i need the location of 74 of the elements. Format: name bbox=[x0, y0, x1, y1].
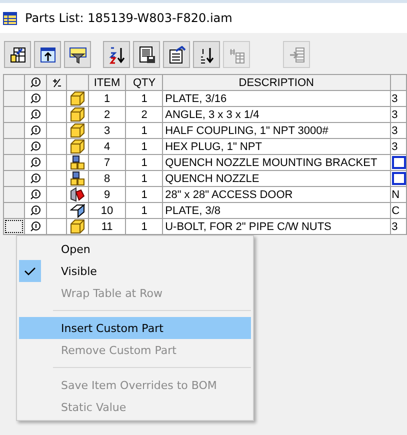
renumber-button[interactable] bbox=[193, 41, 220, 68]
plus-minus-icon bbox=[52, 78, 62, 88]
magnifier-icon bbox=[30, 189, 42, 200]
table-cell: 10 bbox=[88, 202, 126, 218]
sheet-metal-icon bbox=[70, 204, 85, 218]
weldment-icon bbox=[70, 188, 85, 202]
export-icon bbox=[38, 46, 56, 64]
table-cell: 1 bbox=[126, 154, 163, 170]
cube-icon bbox=[70, 124, 85, 138]
cube-icon bbox=[70, 140, 85, 154]
table-cell: 1 bbox=[126, 202, 163, 218]
properties-icon bbox=[168, 46, 186, 64]
magnifier-icon bbox=[30, 205, 42, 216]
window-title: Parts List: 185139-W803-F820.iam bbox=[25, 11, 232, 25]
table-cell: 1 bbox=[126, 186, 163, 202]
table-cell: 4 bbox=[88, 138, 126, 154]
table-cell: N bbox=[392, 188, 400, 200]
magnifier-icon bbox=[30, 173, 42, 184]
properties-button[interactable] bbox=[163, 41, 190, 68]
menu-item[interactable]: Visible bbox=[19, 260, 251, 282]
table-cell: 3 bbox=[392, 92, 398, 104]
table-cell: PLATE, 3/8 bbox=[162, 202, 390, 218]
column-header[interactable]: ITEM bbox=[88, 74, 126, 90]
cube-icon bbox=[70, 108, 85, 122]
table-cell: HEX PLUG, 1" NPT bbox=[162, 138, 390, 154]
table-cell: QUENCH NOZZLE MOUNTING BRACKET bbox=[162, 154, 390, 170]
menu-item[interactable]: Open bbox=[19, 238, 251, 260]
table-cell: 3 bbox=[392, 124, 398, 136]
table-cell: 8 bbox=[88, 170, 126, 186]
view-button[interactable] bbox=[4, 41, 31, 68]
table-cell: 7 bbox=[88, 154, 126, 170]
table-cell: 3 bbox=[392, 108, 398, 120]
table-cell: HALF COUPLING, 1" NPT 3000# bbox=[162, 122, 390, 138]
save-button[interactable] bbox=[133, 41, 160, 68]
menu-item[interactable]: Insert Custom Part bbox=[19, 317, 251, 339]
magnifier-icon bbox=[30, 157, 42, 168]
table-cell: 3 bbox=[392, 220, 398, 232]
table-cell: PLATE, 3/16 bbox=[162, 90, 390, 106]
magnifier-icon bbox=[30, 221, 42, 232]
table-cell: 1 bbox=[126, 90, 163, 106]
save-icon bbox=[138, 46, 156, 64]
filter-button[interactable] bbox=[64, 41, 91, 68]
table-cell: 1 bbox=[126, 138, 163, 154]
table-icon bbox=[3, 12, 17, 24]
cube-icon bbox=[70, 220, 85, 234]
magnifier-icon bbox=[30, 125, 42, 136]
table-cell: 28" x 28" ACCESS DOOR bbox=[162, 186, 390, 202]
table-cell: 1 bbox=[88, 90, 126, 106]
filter-icon bbox=[68, 46, 86, 64]
sort-button[interactable] bbox=[103, 41, 130, 68]
magnifier-icon bbox=[30, 93, 42, 104]
column-header[interactable]: QTY bbox=[126, 74, 163, 90]
table-cell: QUENCH NOZZLE bbox=[162, 170, 390, 186]
table-cell: 3 bbox=[392, 140, 398, 152]
view-icon bbox=[8, 46, 26, 64]
column-header[interactable]: DESCRIPTION bbox=[162, 74, 390, 90]
table-cell: 3 bbox=[88, 122, 126, 138]
table-cell: 1 bbox=[126, 170, 163, 186]
table-cell: ANGLE, 3 x 3 x 1/4 bbox=[162, 106, 390, 122]
table-cell: C bbox=[392, 204, 400, 216]
table-cell: 2 bbox=[126, 106, 163, 122]
magnifier-icon bbox=[30, 141, 42, 152]
export-button[interactable] bbox=[34, 41, 61, 68]
table-cell: 1 bbox=[126, 122, 163, 138]
table-cell: 9 bbox=[88, 186, 126, 202]
cubes-icon bbox=[70, 156, 85, 170]
focused-row-header[interactable] bbox=[4, 220, 24, 234]
table-cell: 2 bbox=[88, 106, 126, 122]
cubes-icon bbox=[70, 172, 85, 186]
magnifier-icon bbox=[30, 77, 42, 88]
magnifier-icon bbox=[30, 109, 42, 120]
sort-icon bbox=[108, 46, 126, 64]
insert-icon bbox=[288, 46, 306, 64]
cube-icon bbox=[70, 92, 85, 106]
